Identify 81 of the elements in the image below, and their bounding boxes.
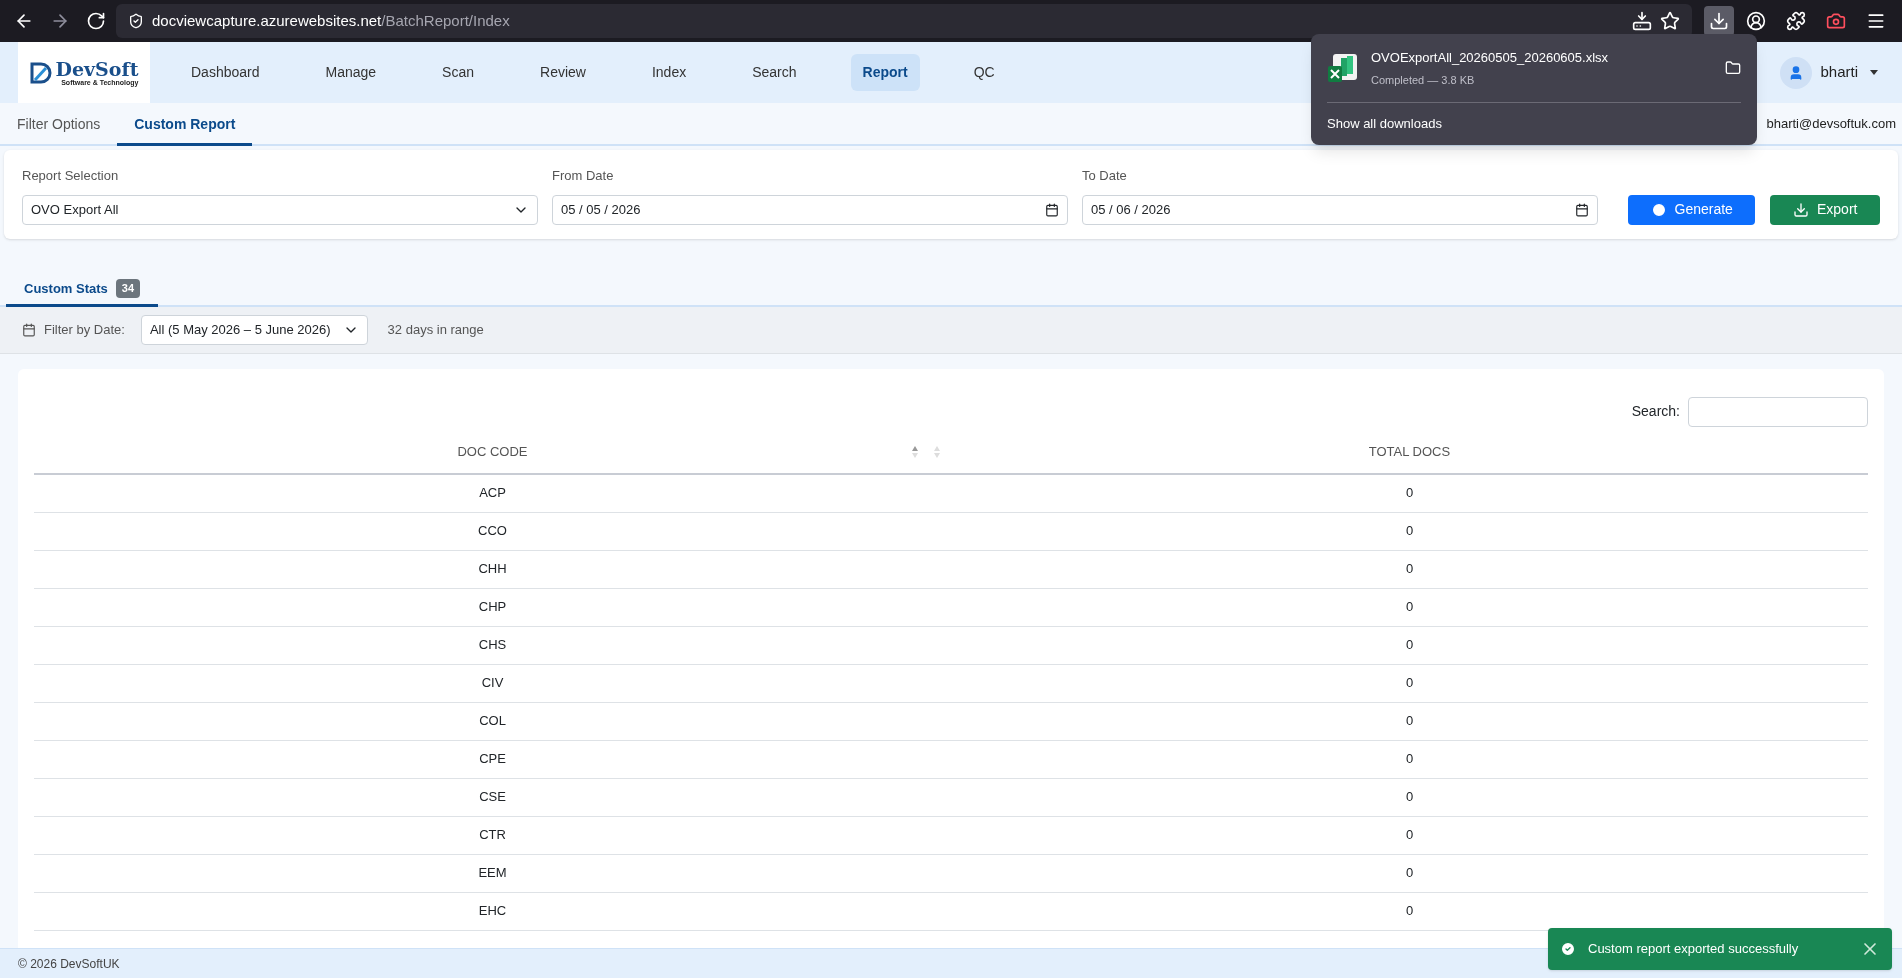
field-label: To Date [1081, 167, 1128, 185]
nav-item[interactable]: Index [639, 54, 699, 91]
file-name[interactable]: OVOExportAll_20260505_20260605.xlsx [1371, 48, 1713, 68]
table-cell-text: 0 [1404, 826, 1415, 845]
account-icon[interactable] [1746, 11, 1766, 31]
table-cell-text: 0 [1404, 674, 1415, 693]
table-cell-text: CSE [478, 788, 507, 807]
nav-item[interactable]: QC [961, 54, 1007, 91]
table-cell-text: CTR [478, 826, 507, 845]
table-cell-text: 0 [1404, 598, 1415, 617]
date-filter-select[interactable]: All (5 May 2026 – 5 June 2026) [140, 314, 368, 345]
nav-item[interactable]: Search [740, 54, 809, 91]
caret-icon[interactable] [1870, 70, 1878, 75]
download-status: Completed — 3.8 KB [1371, 72, 1476, 88]
spreadsheet-file-icon [1327, 52, 1359, 84]
table-cell-text: 0 [1404, 522, 1415, 541]
search-field[interactable] [1688, 396, 1868, 427]
table-cell-text: CCO [477, 522, 508, 541]
extensions-icon[interactable] [1786, 11, 1806, 31]
date-input[interactable]: 05 / 06 / 2026 [1081, 194, 1598, 225]
table-cell-text: CHP [477, 598, 508, 617]
user-name[interactable]: bharti [1820, 61, 1858, 84]
download-icon [1793, 201, 1809, 218]
date-input[interactable]: 05 / 05 / 2026 [552, 194, 1068, 225]
folder-icon[interactable] [1725, 60, 1741, 76]
bookmark-star-icon[interactable] [1660, 11, 1680, 31]
count-badge: 34 [115, 279, 141, 298]
nav-item[interactable]: Review [528, 54, 598, 91]
column-header[interactable]: DOC CODE [34, 441, 951, 462]
nav-item[interactable]: Dashboard [179, 54, 272, 91]
table-cell-text: EHC [477, 902, 508, 921]
address-bar[interactable]: docviewcapture.azurewebsites.net/BatchReport/Index [116, 4, 1692, 38]
toast-message: Custom report exported successfully [1588, 940, 1800, 959]
sort-icon[interactable] [911, 444, 941, 459]
table-cell-text: CHH [477, 560, 508, 579]
table-cell-text: 0 [1404, 484, 1415, 503]
shield-icon [128, 13, 144, 29]
table-cell-text: 0 [1404, 750, 1415, 769]
table-cell-text: COL [478, 712, 507, 731]
column-header[interactable]: TOTAL DOCS [951, 441, 1868, 462]
field-label: Report Selection [22, 167, 120, 185]
table-cell-text: 0 [1404, 636, 1415, 655]
nav-item[interactable]: Manage [313, 54, 389, 91]
export-button[interactable]: Export [1770, 194, 1881, 225]
logo-mark-icon [29, 61, 52, 84]
menu-icon[interactable] [1866, 11, 1886, 31]
reload-icon[interactable] [86, 11, 106, 31]
url-text: docviewcapture.azurewebsites.net/BatchReport/Index [152, 10, 510, 31]
download-icon [1709, 11, 1729, 31]
table-cell-text: 0 [1404, 902, 1415, 921]
report-select[interactable]: OVO Export All [22, 194, 538, 225]
user-email: bharti@devsoftuk.com [1766, 114, 1896, 133]
generate-button[interactable]: Generate [1627, 194, 1756, 225]
calendar-icon[interactable] [1044, 202, 1059, 217]
calendar-icon[interactable] [1574, 202, 1589, 217]
filter-label: Filter by Date: [44, 320, 125, 339]
table-cell-text: EEM [477, 864, 508, 883]
table-cell-text: 0 [1404, 864, 1415, 883]
search-label: Search: [1631, 402, 1680, 421]
range-note: 32 days in range [387, 320, 484, 339]
table-cell-text: 0 [1404, 788, 1415, 807]
downloads-button[interactable] [1704, 6, 1734, 36]
show-all-downloads-link[interactable]: Show all downloads [1327, 116, 1442, 131]
camera-icon[interactable] [1826, 11, 1846, 31]
nav-item[interactable]: Report [850, 54, 920, 91]
table-cell-text: CHS [477, 636, 508, 655]
calendar-icon [22, 322, 36, 337]
table-cell-text: CPE [478, 750, 507, 769]
copyright-text: © 2026 DevSoftUK [18, 955, 120, 973]
tab[interactable]: Custom Report [117, 105, 253, 146]
user-avatar[interactable] [1780, 56, 1813, 89]
logo-name: DevSoft [55, 59, 139, 79]
tab[interactable]: Filter Options [0, 105, 118, 146]
table-cell-text: 0 [1404, 712, 1415, 731]
table-cell-text: CIV [480, 674, 505, 693]
table-cell-text: ACP [478, 484, 507, 503]
nav-item[interactable]: Scan [430, 54, 486, 91]
table-cell-text: 0 [1404, 560, 1415, 579]
check-icon [1560, 941, 1576, 957]
install-icon[interactable] [1632, 11, 1652, 31]
field-label: From Date [552, 167, 615, 185]
